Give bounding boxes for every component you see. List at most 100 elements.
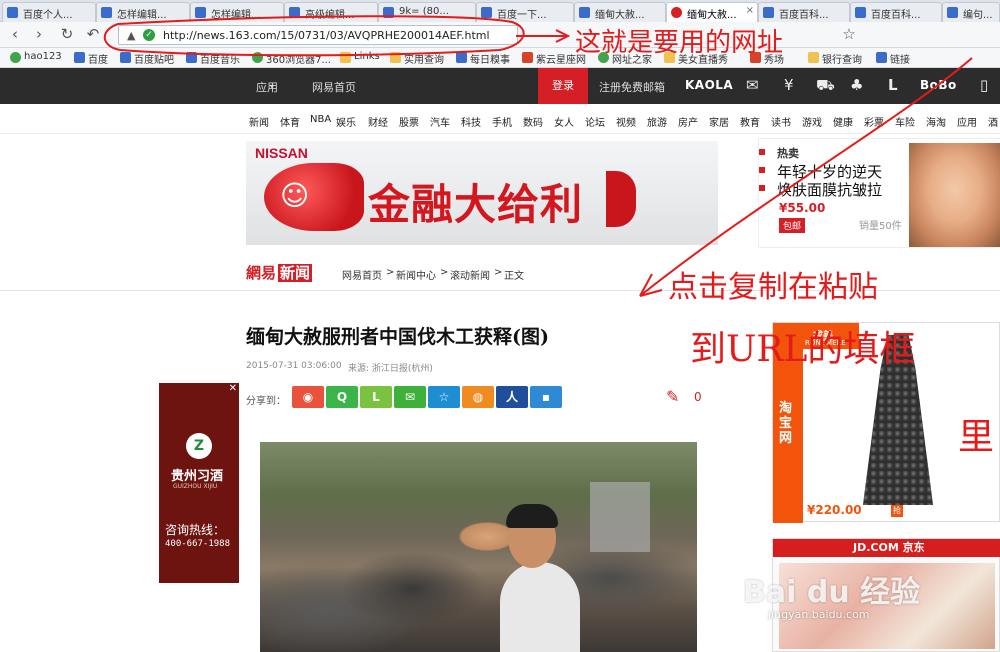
- browser-tab[interactable]: 缅甸大赦...: [574, 2, 666, 22]
- comment-icon[interactable]: ✎: [666, 387, 679, 406]
- yen-icon[interactable]: ¥: [784, 76, 794, 94]
- reload-icon[interactable]: ↻: [58, 26, 76, 44]
- address-bar[interactable]: ▲ ✓ http://news.163.com/15/0731/03/AVQPR…: [118, 25, 518, 45]
- channel-link[interactable]: 数码: [523, 114, 543, 129]
- bookmark-item[interactable]: 百度: [74, 51, 108, 66]
- channel-link[interactable]: 财经: [368, 114, 388, 129]
- mail-icon[interactable]: ✉: [746, 76, 759, 94]
- baidu-watermark-url: jingyan.baidu.com: [768, 608, 870, 621]
- channel-link[interactable]: 健康: [833, 114, 853, 129]
- annotation-note-4: 里: [958, 417, 995, 458]
- bookmark-folder[interactable]: 实用查询: [390, 51, 444, 66]
- comment-count[interactable]: 0: [694, 390, 702, 404]
- bullet-icon: [759, 185, 765, 191]
- kaola-link[interactable]: KAOLA: [685, 78, 733, 92]
- browser-tab[interactable]: 怎样编辑...: [190, 2, 284, 22]
- channel-link[interactable]: 应用: [957, 114, 977, 129]
- cart-icon[interactable]: ⛟: [816, 76, 835, 96]
- qzone-share-icon[interactable]: Q: [326, 386, 358, 408]
- close-tab-icon[interactable]: ×: [746, 5, 754, 16]
- channel-link[interactable]: 论坛: [585, 114, 605, 129]
- xijiu-side-ad[interactable]: ✕ Z 贵州习酒 GUIZHOU XIJIU 咨询热线： 400-667-198…: [159, 383, 239, 583]
- article-source[interactable]: 来源: 浙江日报(杭州): [348, 361, 433, 374]
- nissan-banner-ad[interactable]: NISSAN ☺ 金融大给利: [246, 141, 718, 245]
- netease-home-link[interactable]: 网易首页: [312, 79, 356, 95]
- bookmark-folder[interactable]: Links: [340, 51, 380, 63]
- more-share-icon[interactable]: ▪: [530, 386, 562, 408]
- channel-link[interactable]: 车险: [895, 114, 915, 129]
- channel-link[interactable]: 房产: [678, 114, 698, 129]
- bookmark-item[interactable]: 链接: [876, 51, 910, 66]
- smiley-icon: ☺: [280, 179, 310, 212]
- share-label: 分享到：: [246, 396, 286, 407]
- bookmark-star-icon[interactable]: ☆: [840, 26, 858, 44]
- hot-sale-ad[interactable]: 热卖 年轻十岁的逆天 焕肤面膜抗皱拉 ¥55.00 包邮 销量50件: [758, 138, 1000, 248]
- forward-icon[interactable]: ›: [30, 26, 48, 44]
- wechat-share-icon[interactable]: ✉: [394, 386, 426, 408]
- channel-link[interactable]: 读书: [771, 114, 791, 129]
- channel-link[interactable]: 游戏: [802, 114, 822, 129]
- channel-link[interactable]: 娱乐: [336, 114, 356, 129]
- ad-brand: 贵州习酒: [171, 469, 224, 484]
- channel-link[interactable]: 女人: [554, 114, 574, 129]
- renren-share-icon[interactable]: 人: [496, 386, 528, 408]
- lofter-share-icon[interactable]: L: [360, 386, 392, 408]
- back-icon[interactable]: ‹: [6, 26, 24, 44]
- breadcrumb-link[interactable]: 网易首页: [342, 267, 382, 282]
- channel-link[interactable]: NBA: [310, 114, 331, 125]
- favorite-share-icon[interactable]: ☆: [428, 386, 460, 408]
- url-text[interactable]: http://news.163.com/15/0731/03/AVQPRHE20…: [163, 29, 490, 42]
- article-time: 2015-07-31 03:06:00: [246, 361, 342, 371]
- bobo-link[interactable]: BoBo: [920, 78, 957, 92]
- channel-link[interactable]: 海淘: [926, 114, 946, 129]
- apps-menu[interactable]: 应用: [256, 79, 278, 95]
- ad-brand-en: GUIZHOU XIJIU: [173, 483, 218, 490]
- undo-icon[interactable]: ↶: [84, 26, 102, 44]
- channel-link[interactable]: 教育: [740, 114, 760, 129]
- bullet-icon: [759, 167, 765, 173]
- browser-tab[interactable]: 怎样编辑...: [96, 2, 190, 22]
- browser-tab[interactable]: 9k= (80...: [378, 2, 476, 22]
- channel-link[interactable]: 股票: [399, 114, 419, 129]
- browser-tab-active[interactable]: 缅甸大赦... ×: [666, 2, 758, 22]
- baidu-favicon-icon: [7, 7, 18, 18]
- xijiu-logo-icon: Z: [186, 433, 212, 459]
- megaphone-graphic: [264, 163, 364, 231]
- close-ad-icon[interactable]: ✕: [229, 383, 237, 394]
- bookmark-item[interactable]: 百度音乐: [186, 51, 240, 66]
- register-mail-link[interactable]: 注册免费邮箱: [599, 79, 665, 95]
- sina-share-icon[interactable]: ◍: [462, 386, 494, 408]
- weibo-share-icon[interactable]: ◉: [292, 386, 324, 408]
- ad-phone: 400-667-1988: [165, 539, 231, 549]
- browser-tab[interactable]: 百度百科...: [758, 2, 850, 22]
- channel-link[interactable]: 新闻: [249, 114, 269, 129]
- channel-link[interactable]: 家居: [709, 114, 729, 129]
- bookmark-item[interactable]: 360浏览器7...: [252, 51, 331, 66]
- browser-tab[interactable]: 编句...: [942, 2, 1000, 22]
- browser-tab[interactable]: 百度个人...: [2, 2, 96, 22]
- game-icon[interactable]: ♣: [850, 76, 863, 94]
- breadcrumb-current: 正文: [504, 271, 524, 282]
- bookmark-item[interactable]: 百度贴吧: [120, 51, 174, 66]
- mobile-icon[interactable]: ▯: [980, 76, 988, 94]
- netease-news-logo[interactable]: 網易 新闻: [246, 262, 313, 283]
- browser-tab[interactable]: 百度百科...: [850, 2, 942, 22]
- login-button[interactable]: 登录: [538, 68, 588, 104]
- bookmark-folder[interactable]: 银行查询: [808, 51, 862, 66]
- channel-link[interactable]: 体育: [280, 114, 300, 129]
- channel-link[interactable]: 汽车: [430, 114, 450, 129]
- browser-tab[interactable]: 百度一下...: [476, 2, 574, 22]
- bookmark-item[interactable]: 每日糗事: [456, 51, 510, 66]
- channel-link[interactable]: 视频: [616, 114, 636, 129]
- bookmark-item[interactable]: hao123: [10, 51, 62, 63]
- channel-link[interactable]: 科技: [461, 114, 481, 129]
- lofter-icon[interactable]: L: [888, 76, 898, 94]
- breadcrumb-link[interactable]: 新闻中心: [396, 267, 436, 282]
- breadcrumb-link[interactable]: 滚动新闻: [450, 267, 490, 282]
- channel-link[interactable]: 酒: [988, 114, 998, 129]
- channel-link[interactable]: 手机: [492, 114, 512, 129]
- channel-link[interactable]: 旅游: [647, 114, 667, 129]
- baidu-favicon-icon: [195, 7, 206, 18]
- channel-link[interactable]: 彩票: [864, 114, 884, 129]
- browser-tab[interactable]: 高级编辑...: [284, 2, 378, 22]
